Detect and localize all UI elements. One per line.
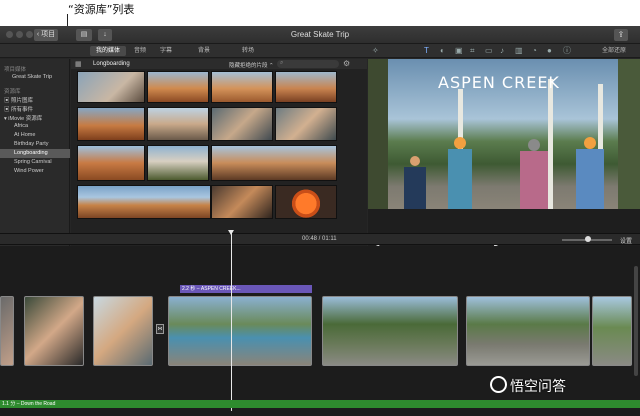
- magic-wand-icon[interactable]: ✧: [372, 46, 379, 56]
- media-thumbnail[interactable]: [77, 71, 145, 103]
- stabilization-icon[interactable]: ▭: [485, 46, 493, 56]
- timeline-scrollbar[interactable]: [634, 266, 638, 376]
- timeline-clip[interactable]: [322, 296, 458, 366]
- volume-icon[interactable]: ♪: [500, 46, 504, 56]
- media-thumbnail[interactable]: [211, 145, 337, 181]
- timeline-clip[interactable]: [93, 296, 153, 366]
- grid-view-icon[interactable]: ▦: [75, 60, 82, 68]
- clip-filter-dropdown[interactable]: 隐藏拒绝的片段 ⌃: [229, 61, 274, 69]
- media-thumbnail[interactable]: [275, 71, 337, 103]
- share-button[interactable]: ⇪: [614, 29, 628, 41]
- title-bar: ‹ 项目 ▤ ↓ Great Skate Trip ⇪: [0, 26, 640, 44]
- timeline-clip[interactable]: [168, 296, 312, 366]
- video-preview[interactable]: ASPEN CREEK: [368, 59, 640, 209]
- sidebar-item-wind-power[interactable]: Wind Power: [14, 168, 44, 174]
- reset-all-button[interactable]: 全部还原: [596, 46, 632, 56]
- text-tool-icon[interactable]: T: [424, 46, 429, 56]
- library-sidebar: 项目媒体 Great Skate Trip 资源库 ▣ 照片图库 ▣ 所有事件 …: [0, 59, 70, 256]
- sidebar-item-all-events[interactable]: ▣ 所有事件: [4, 105, 33, 113]
- media-thumbnail[interactable]: [275, 185, 337, 219]
- media-thumbnail[interactable]: [77, 185, 211, 219]
- playhead[interactable]: [231, 233, 232, 411]
- watermark-logo: [490, 376, 507, 393]
- tab-audio[interactable]: 音频: [128, 46, 152, 56]
- info-icon[interactable]: ⓘ: [563, 46, 571, 56]
- crop-icon[interactable]: ⌗: [470, 46, 475, 56]
- tab-backgrounds[interactable]: 背景: [192, 46, 216, 56]
- timeline-clip[interactable]: [466, 296, 590, 366]
- filter-icon[interactable]: ●: [547, 46, 552, 56]
- tab-titles[interactable]: 字幕: [154, 46, 178, 56]
- sidebar-item-imovie-library[interactable]: ▾ iMovie 资源库: [4, 114, 42, 122]
- search-input[interactable]: ⌕: [277, 60, 339, 68]
- tab-my-media[interactable]: 我的媒体: [90, 46, 127, 56]
- media-thumbnail[interactable]: [147, 145, 209, 181]
- media-browser: ▦ Longboarding 隐藏拒绝的片段 ⌃ ⌕ ⚙: [71, 59, 367, 256]
- timecode-display: 00:48 / 01:11: [302, 236, 337, 242]
- browser-header: ▦ Longboarding 隐藏拒绝的片段 ⌃ ⌕ ⚙: [71, 59, 367, 69]
- media-thumbnail[interactable]: [147, 107, 209, 141]
- library-heading: 资源库: [4, 89, 21, 95]
- color-correction-icon[interactable]: ▣: [455, 46, 463, 56]
- settings-gear-icon[interactable]: ⚙: [343, 59, 350, 68]
- sidebar-item-birthday-party[interactable]: Birthday Party: [14, 141, 49, 147]
- media-thumbnail[interactable]: [211, 107, 273, 141]
- timeline-clip[interactable]: [592, 296, 632, 366]
- media-thumbnail[interactable]: [77, 145, 145, 181]
- title-clip[interactable]: 2.2 秒 – ASPEN CREEK...: [180, 285, 312, 293]
- transition-marker[interactable]: ⋈: [156, 324, 164, 334]
- photos-icon: ▣: [4, 98, 12, 104]
- media-tabs-bar: 我的媒体 音频 字幕 背景 转场 ✧ T ◐ ▣ ⌗ ▭ ♪ ▥ ◔ ● ⓘ 全…: [0, 44, 640, 58]
- browser-event-title: Longboarding: [93, 61, 130, 67]
- timeline-clip[interactable]: [0, 296, 14, 366]
- sidebar-item-project[interactable]: Great Skate Trip: [12, 74, 52, 80]
- share-icon: ⇪: [617, 30, 625, 39]
- sidebar-item-africa[interactable]: Africa: [14, 123, 28, 129]
- sidebar-item-spring-carnival[interactable]: Spring Carnival: [14, 159, 52, 165]
- project-media-heading: 项目媒体: [4, 67, 27, 73]
- transition-icon: ⋈: [157, 326, 163, 332]
- tab-transitions[interactable]: 转场: [236, 46, 260, 56]
- timeline-clip[interactable]: [24, 296, 84, 366]
- background-music-track[interactable]: 1.1 分 – Down the Road: [0, 400, 640, 408]
- media-thumbnail[interactable]: [147, 71, 209, 103]
- media-thumbnail[interactable]: [211, 185, 273, 219]
- sidebar-item-longboarding[interactable]: Longboarding: [0, 149, 70, 158]
- sidebar-item-at-home[interactable]: At Home: [14, 132, 35, 138]
- media-thumbnail[interactable]: [77, 107, 145, 141]
- library-list-callout: “资源库”列表: [68, 3, 135, 16]
- timeline-header: 00:48 / 01:11 设置: [0, 233, 640, 245]
- sidebar-item-label: iMovie 资源库: [8, 116, 43, 122]
- noise-reduction-icon[interactable]: ▥: [515, 46, 523, 56]
- watermark-text: 悟空问答: [510, 379, 566, 395]
- timeline-settings-button[interactable]: 设置: [620, 236, 632, 245]
- viewer-panel: ASPEN CREEK 🎙 ⏮ ▶ ⏭ ⤢: [368, 59, 640, 256]
- events-icon: ▣: [4, 107, 12, 113]
- media-thumbnail[interactable]: [211, 71, 273, 103]
- sidebar-item-photos[interactable]: ▣ 照片图库: [4, 96, 33, 104]
- speed-icon[interactable]: ◔: [532, 46, 537, 56]
- window-title: Great Skate Trip: [290, 30, 350, 39]
- zoom-slider-knob[interactable]: [585, 236, 591, 242]
- color-balance-icon[interactable]: ◐: [440, 46, 445, 56]
- sidebar-item-label: 照片图库: [11, 98, 34, 104]
- sidebar-item-label: 所有事件: [11, 107, 34, 113]
- imovie-window: ‹ 项目 ▤ ↓ Great Skate Trip ⇪ 我的媒体 音频 字幕 背…: [0, 26, 640, 416]
- media-thumbnail[interactable]: [275, 107, 337, 141]
- search-icon: ⌕: [280, 60, 284, 66]
- viewer-title-overlay: ASPEN CREEK: [438, 73, 560, 92]
